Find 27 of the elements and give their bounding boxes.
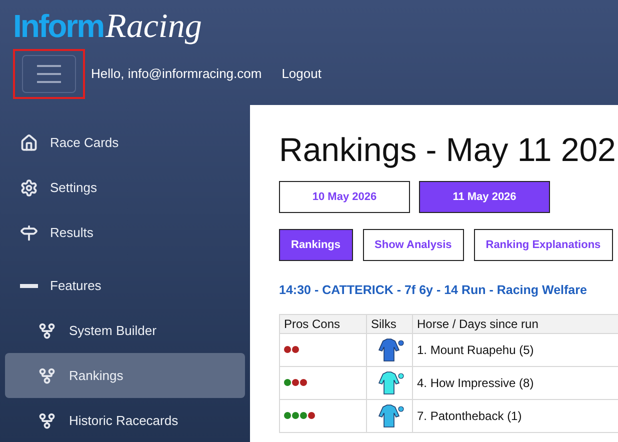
view-tab[interactable]: Rankings <box>279 229 353 261</box>
column-header: Pros Cons <box>280 314 366 334</box>
race-heading[interactable]: 14:30 - CATTERICK - 7f 6y - 14 Run - Racing Welfare <box>279 281 618 300</box>
column-header: Silks <box>366 314 412 334</box>
sidebar-item[interactable]: Race Cards <box>5 120 245 165</box>
menu-button[interactable] <box>22 55 76 93</box>
branch-icon <box>38 322 56 340</box>
sidebar-item[interactable]: Features <box>5 263 245 308</box>
sidebar-item[interactable]: Historic Racecards <box>5 398 245 442</box>
branch-icon <box>38 412 56 430</box>
home-icon <box>20 134 38 152</box>
date-tab[interactable]: 11 May 2026 <box>419 181 550 213</box>
branch-icon <box>38 366 56 384</box>
signpost-icon <box>20 224 38 242</box>
logo: InformRacing <box>13 10 203 44</box>
view-tab[interactable]: Ranking Explanations <box>474 229 613 261</box>
logout-link[interactable]: Logout <box>282 64 322 84</box>
sidebar-item[interactable]: Rankings <box>5 353 245 398</box>
page-title: Rankings - May 11 202 <box>279 133 617 166</box>
sidebar-item[interactable]: System Builder <box>5 308 245 353</box>
sidebar-item[interactable]: Settings <box>5 165 245 210</box>
view-tab[interactable]: Show Analysis <box>362 229 464 261</box>
column-header: Horse / Days since run <box>412 314 618 334</box>
sidebar-item[interactable]: Results <box>5 210 245 255</box>
greeting-text: Hello, info@informracing.com <box>91 65 262 84</box>
date-tab[interactable]: 10 May 2026 <box>279 181 410 213</box>
settings-icon <box>20 178 38 196</box>
